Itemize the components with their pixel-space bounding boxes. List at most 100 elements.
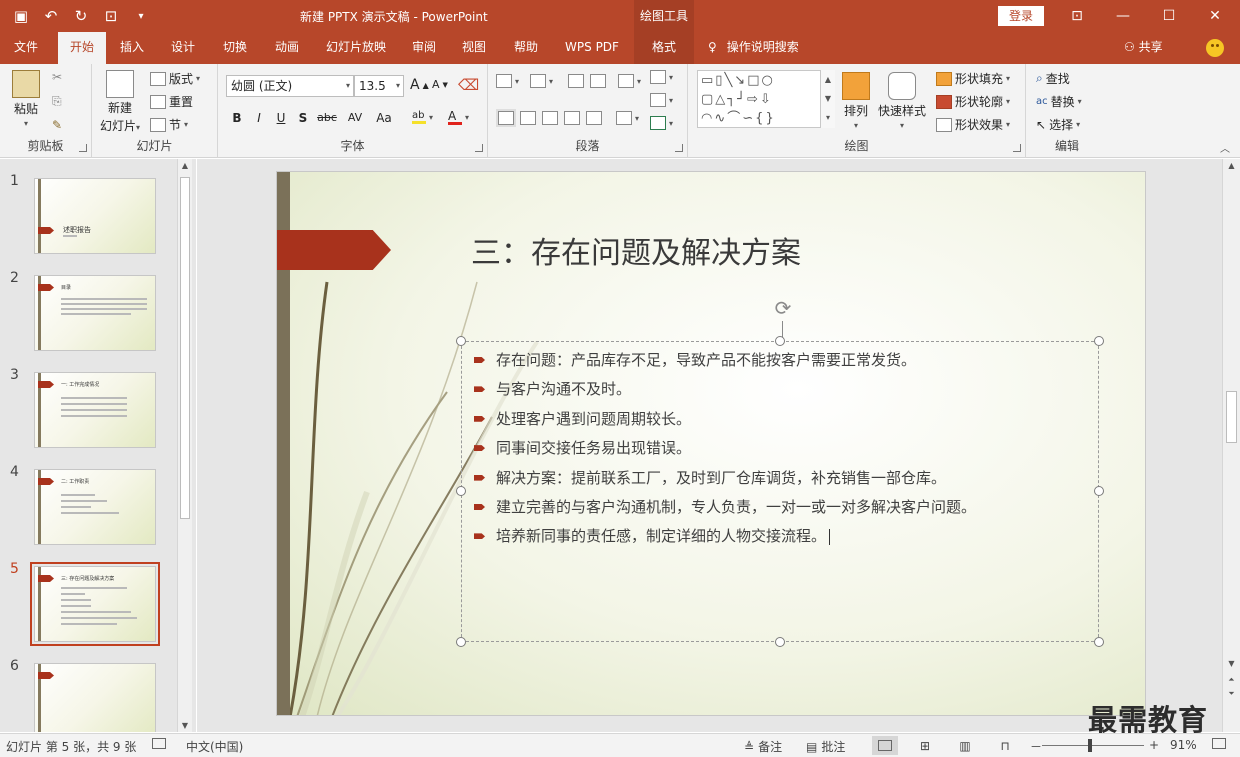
grow-font-button[interactable]: A ▲ — [410, 77, 429, 93]
slideshow-view-button[interactable]: ⊓ — [992, 736, 1018, 755]
comments-button[interactable]: ▤ 批注 — [806, 738, 845, 755]
tab-file[interactable]: 文件 — [0, 32, 52, 64]
slide-thumbnail[interactable]: 一: 工作完成情况 — [34, 372, 156, 448]
feedback-smiley-icon[interactable] — [1206, 39, 1224, 57]
elbow-arrow-shape-icon[interactable]: ┘ — [737, 92, 747, 107]
zoom-out-button[interactable]: － — [1030, 738, 1042, 755]
numbering-button[interactable]: ▾ — [530, 74, 553, 88]
scribble-shape-icon[interactable]: ∿ — [714, 111, 727, 126]
resize-handle-bottom[interactable] — [775, 637, 785, 647]
rotate-handle-icon[interactable]: ⟳ — [771, 297, 795, 321]
curve-shape-icon[interactable]: ∽ — [742, 111, 755, 126]
freeform-shape-icon[interactable]: ◠ — [701, 111, 714, 126]
paragraph-launcher-icon[interactable] — [675, 144, 683, 152]
bold-button[interactable]: B — [228, 108, 246, 128]
line-shape-icon[interactable]: ╲ — [724, 73, 734, 88]
slide-thumbnail[interactable] — [34, 663, 156, 732]
tab-review[interactable]: 审阅 — [402, 32, 446, 64]
right-brace-shape-icon[interactable]: } — [765, 111, 775, 126]
strikethrough-button[interactable]: abc — [314, 108, 340, 128]
line-spacing-button[interactable]: ▾ — [618, 74, 641, 88]
arc-shape-icon[interactable]: ⌒ — [727, 111, 742, 126]
font-color-button[interactable]: A ▾ — [448, 110, 469, 125]
slide-thumbnail[interactable]: 二: 工作职责 — [34, 469, 156, 545]
section-button[interactable]: 节 ▾ — [150, 116, 188, 133]
quick-styles-button[interactable]: 快速样式 ▾ — [878, 72, 926, 130]
elbow-connector-shape-icon[interactable]: ┐ — [727, 92, 737, 107]
bullet-item[interactable]: 建立完善的与客户沟通机制，专人负责，一对一或一对多解决客户问题。 — [472, 493, 1072, 522]
bullet-item[interactable]: 同事间交接任务易出现错误。 — [472, 434, 1072, 463]
resize-handle-bottom-left[interactable] — [456, 637, 466, 647]
clipboard-launcher-icon[interactable] — [79, 144, 87, 152]
tab-home[interactable]: 开始 — [58, 32, 106, 64]
increase-indent-button[interactable] — [590, 74, 606, 88]
format-painter-button[interactable]: ✎ — [52, 118, 62, 132]
tab-animations[interactable]: 动画 — [264, 32, 310, 64]
tab-format[interactable]: 格式 — [634, 32, 694, 64]
customize-qat-icon[interactable]: ▾ — [128, 5, 154, 27]
shape-effects-button[interactable]: 形状效果 ▾ — [936, 116, 1010, 133]
zoom-slider-track[interactable] — [1042, 745, 1144, 746]
slide-sorter-view-button[interactable]: ⊞ — [912, 736, 938, 755]
scroll-up-icon[interactable]: ▲ — [1223, 161, 1240, 170]
normal-view-button[interactable] — [872, 736, 898, 755]
slide-thumbnail[interactable]: 述职报告 — [34, 178, 156, 254]
share-button[interactable]: ⚇ 共享 — [1124, 32, 1163, 64]
bullet-item[interactable]: 处理客户遇到问题周期较长。 — [472, 405, 1072, 434]
start-presentation-icon[interactable]: ⊡ — [98, 5, 124, 27]
arrange-button[interactable]: 排列 ▾ — [842, 72, 870, 130]
zoom-level[interactable]: 91% — [1170, 738, 1197, 752]
oval-shape-icon[interactable]: ○ — [761, 73, 774, 88]
next-slide-icon[interactable]: ⏷ — [1223, 689, 1240, 699]
font-name-combo[interactable]: 幼圆 (正文) ▾ — [226, 75, 354, 97]
copy-button[interactable]: ⎘ — [52, 94, 62, 109]
resize-handle-right[interactable] — [1094, 486, 1104, 496]
columns-button[interactable]: ▾ — [616, 111, 639, 125]
highlight-button[interactable]: ab ▾ — [412, 110, 433, 124]
reset-button[interactable]: 重置 — [150, 93, 193, 110]
undo-icon[interactable]: ↶ — [38, 5, 64, 27]
italic-button[interactable]: I — [250, 108, 268, 128]
bullet-item[interactable]: 解决方案：提前联系工厂，及时到厂仓库调货，补充销售一部仓库。 — [472, 464, 1072, 493]
ribbon-display-options-icon[interactable]: ⊡ — [1054, 0, 1100, 32]
scroll-down-icon[interactable]: ▼ — [1223, 659, 1240, 668]
triangle-shape-icon[interactable]: △ — [715, 92, 727, 107]
clear-formatting-button[interactable]: ⌫ — [458, 76, 479, 94]
gallery-up-icon[interactable]: ▲ — [821, 70, 835, 89]
rectangle-shape-icon[interactable]: □ — [747, 73, 761, 88]
minimize-icon[interactable]: — — [1100, 0, 1146, 32]
reading-view-button[interactable]: ▥ — [952, 736, 978, 755]
save-icon[interactable]: ▣ — [8, 5, 34, 27]
maximize-icon[interactable]: ☐ — [1146, 0, 1192, 32]
thumbnails-scrollbar[interactable]: ▲ ▼ — [177, 159, 192, 732]
slide-title[interactable]: 三：存在问题及解决方案 — [471, 228, 801, 272]
new-slide-button[interactable]: 新建 幻灯片▾ — [100, 70, 140, 134]
close-icon[interactable]: ✕ — [1192, 0, 1238, 32]
slide-canvas[interactable]: 三：存在问题及解决方案 ⟳ 存在问题：产品库存不足，导致产品不能按客户需要正常发… — [276, 171, 1146, 716]
resize-handle-bottom-right[interactable] — [1094, 637, 1104, 647]
slide-thumbnail[interactable]: 目录 — [34, 275, 156, 351]
paste-button[interactable]: 粘贴 ▾ — [12, 70, 40, 128]
layout-button[interactable]: 版式 ▾ — [150, 70, 200, 87]
editor-scroll-thumb[interactable] — [1226, 391, 1237, 443]
select-button[interactable]: ↖ 选择 ▾ — [1036, 116, 1080, 133]
shapes-gallery[interactable]: ▭▯╲↘□○ ▢△┐┘⇨⇩ ◠∿⌒∽{} — [697, 70, 835, 128]
editor-scrollbar[interactable]: ▲ ▼ ⏶ ⏷ — [1222, 159, 1240, 732]
shapes-gallery-scroll[interactable]: ▲ ▼ ▾ — [820, 70, 835, 128]
tab-insert[interactable]: 插入 — [110, 32, 154, 64]
shadow-button[interactable]: S — [294, 108, 312, 128]
tab-view[interactable]: 视图 — [452, 32, 496, 64]
align-center-button[interactable] — [520, 111, 536, 125]
scroll-down-icon[interactable]: ▼ — [178, 721, 192, 730]
change-case-button[interactable]: Aa — [370, 108, 398, 128]
drawing-launcher-icon[interactable] — [1013, 144, 1021, 152]
content-textbox[interactable]: 存在问题：产品库存不足，导致产品不能按客户需要正常发货。 与客户沟通不及时。 处… — [456, 336, 1104, 647]
tab-slideshow[interactable]: 幻灯片放映 — [318, 32, 394, 64]
spelling-check-icon[interactable] — [152, 738, 166, 749]
decrease-indent-button[interactable] — [568, 74, 584, 88]
tab-design[interactable]: 设计 — [160, 32, 206, 64]
tell-me-search[interactable]: ♀ 操作说明搜索 — [708, 32, 799, 64]
find-button[interactable]: ⌕ 查找 — [1036, 70, 1070, 87]
left-brace-shape-icon[interactable]: { — [755, 111, 765, 126]
resize-handle-top-left[interactable] — [456, 336, 466, 346]
